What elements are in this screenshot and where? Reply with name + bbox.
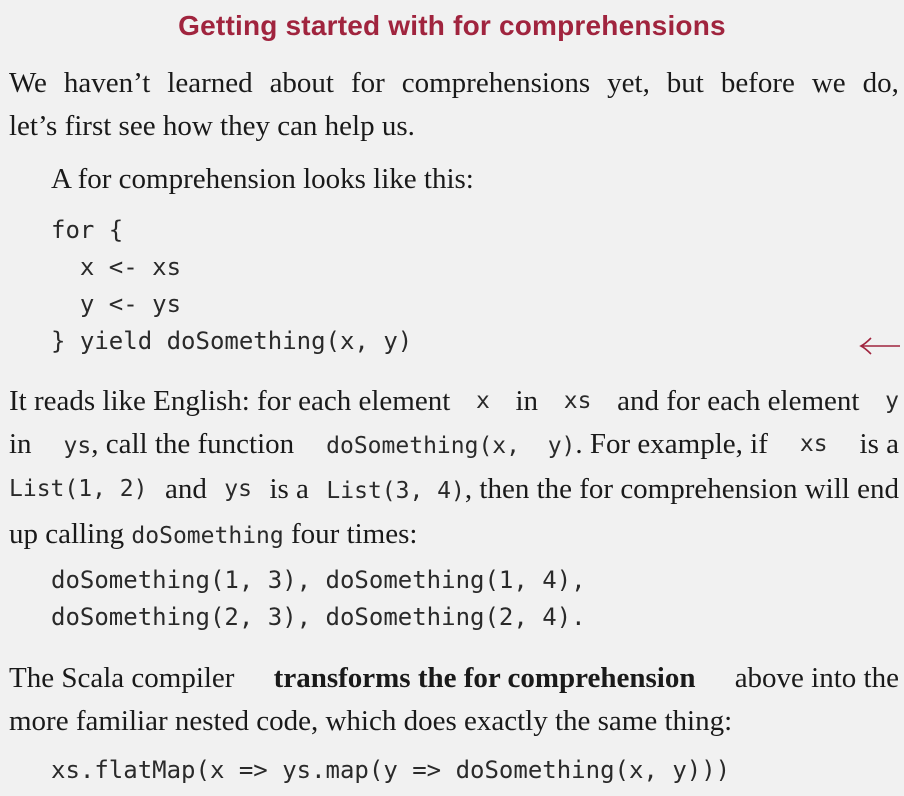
explain-line-3: List(1, 2) and ys is a List(3, 4), then …	[9, 468, 899, 513]
code-line: for {	[51, 216, 124, 244]
explanation-paragraph: It reads like English: for each element …	[9, 380, 899, 558]
inline-code: xs	[563, 388, 592, 414]
inline-code: doSomething	[131, 523, 284, 549]
compiler-line-2: more familiar nested code, which does ex…	[9, 705, 733, 737]
code-line: doSomething(2, 3), doSomething(2, 4).	[51, 603, 586, 631]
code-line: } yield doSomething(x, y)	[51, 327, 413, 355]
compiler-line-1: The Scala compiler transforms the for co…	[9, 657, 899, 700]
inline-code: x	[475, 388, 490, 414]
intro-paragraph: We haven’t learned about for comprehensi…	[9, 62, 899, 148]
intro-line-2: let’s first see how they can help us.	[9, 110, 415, 142]
lead-text: A for comprehension looks like this:	[51, 163, 474, 195]
for-comprehension-code: for { x <- xs y <- ys } yield doSomething…	[51, 212, 412, 360]
inline-code: List(1, 2)	[9, 476, 148, 502]
inline-code: ys	[224, 476, 252, 502]
explain-line-4: up calling doSomething four times:	[9, 518, 418, 550]
inline-code: doSomething(x, y)	[326, 433, 576, 459]
intro-line-1: We haven’t learned about for comprehensi…	[9, 67, 899, 99]
code-line: x <- xs	[51, 253, 182, 281]
inline-code: ys	[63, 433, 92, 459]
nested-code: xs.flatMap(x => ys.map(y => doSomething(…	[51, 756, 731, 784]
explain-line-1: It reads like English: for each element …	[9, 380, 899, 423]
explain-line-2: in ys, call the function doSomething(x, …	[9, 423, 899, 468]
inline-code: List(3, 4)	[326, 478, 465, 504]
inline-code: xs	[799, 431, 828, 457]
compiler-paragraph: The Scala compiler transforms the for co…	[9, 657, 899, 743]
calls-code: doSomething(1, 3), doSomething(1, 4), doS…	[51, 562, 586, 636]
code-line: y <- ys	[51, 290, 182, 318]
inline-code: y	[885, 388, 899, 414]
code-line: doSomething(1, 3), doSomething(1, 4),	[51, 566, 586, 594]
section-title: Getting started with for comprehensions	[178, 10, 726, 41]
left-arrow-icon	[859, 337, 900, 355]
bold-phrase: transforms the for comprehension	[273, 662, 696, 694]
